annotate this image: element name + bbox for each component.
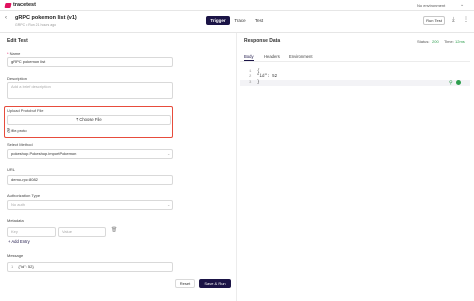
attached-file[interactable]: ⎘ file.proto [7, 128, 27, 133]
name-label: * Name [7, 51, 21, 56]
tab-test[interactable]: Test [250, 16, 268, 25]
edit-test-title: Edit Test [7, 38, 28, 44]
choose-file-button[interactable]: ⤒ Choose File [7, 115, 171, 125]
description-field[interactable]: Add a brief description [7, 82, 173, 99]
tab-trace[interactable]: Trace [230, 16, 250, 25]
description-label: Description [7, 76, 28, 81]
app-logo-text[interactable]: tracetest [13, 2, 36, 9]
metadata-key-field[interactable]: Key [7, 227, 56, 237]
code-line: "id": 52 [257, 75, 278, 79]
environment-selector[interactable]: No environment [417, 3, 445, 8]
status-label: Status: [417, 39, 430, 44]
time-value: 12ms [455, 39, 465, 44]
line-number: 2 [249, 75, 252, 79]
panel-divider[interactable] [236, 33, 237, 301]
add-entry-button[interactable]: + Add Entry [8, 239, 30, 244]
download-icon[interactable]: ⤓ [452, 16, 455, 24]
tab-body[interactable]: Body [244, 54, 254, 59]
url-field[interactable]: demo-rpc:8082 [7, 175, 173, 185]
message-editor[interactable]: 1 {"id": 52} [7, 262, 173, 272]
upload-protobuf-label: Upload Protobuf File [7, 108, 44, 113]
more-options-icon[interactable]: ⋮ [463, 16, 469, 24]
top-bar [0, 0, 474, 11]
status-value: 200 [432, 39, 439, 44]
edit-icon[interactable]: ✎ [67, 15, 71, 22]
metadata-value-field[interactable]: Value [58, 227, 106, 237]
save-run-button[interactable]: Save & Run [199, 279, 231, 288]
test-subtitle: GRPC • Run 21 hours ago [15, 23, 57, 27]
delete-icon[interactable]: 🗑 [111, 228, 117, 233]
tab-trigger[interactable]: Trigger [206, 16, 230, 25]
active-tab-indicator [244, 60, 254, 61]
method-select[interactable]: pokeshop.Pokeshop.importPokemon [7, 149, 173, 159]
tab-environment[interactable]: Environment [289, 54, 313, 59]
tab-headers[interactable]: Headers [264, 54, 280, 59]
message-code: {"id": 52} [18, 264, 34, 269]
reset-button[interactable]: Reset [175, 279, 195, 288]
code-line: } [257, 81, 260, 85]
add-assertion-icon[interactable] [456, 80, 461, 85]
line-number: 1 [11, 264, 14, 269]
metadata-label: Metadata [7, 218, 24, 223]
location-pin-icon[interactable]: ⚲ [449, 80, 453, 86]
back-arrow-icon[interactable]: ‹ [5, 15, 7, 22]
name-field[interactable]: gRPC pokemon list [7, 57, 173, 67]
line-number: 3 [249, 81, 252, 85]
auth-type-select[interactable]: No auth [7, 200, 173, 210]
message-label: Message [7, 253, 24, 258]
select-method-label: Select Method [7, 142, 33, 147]
url-label: URL [7, 167, 16, 172]
run-test-button[interactable]: Run Test [423, 16, 445, 25]
chevron-down-icon[interactable]: ⌄ [167, 150, 170, 158]
tabs-divider [240, 61, 470, 62]
time-label: Time: [444, 39, 454, 44]
tracetest-logo-icon [4, 3, 12, 8]
chevron-down-icon[interactable]: ⌄ [167, 201, 170, 209]
chevron-down-icon[interactable]: ⌄ [460, 2, 464, 8]
hovered-line [240, 80, 470, 86]
response-data-title: Response Data [244, 38, 281, 44]
auth-type-label: Authorization Type [7, 193, 41, 198]
